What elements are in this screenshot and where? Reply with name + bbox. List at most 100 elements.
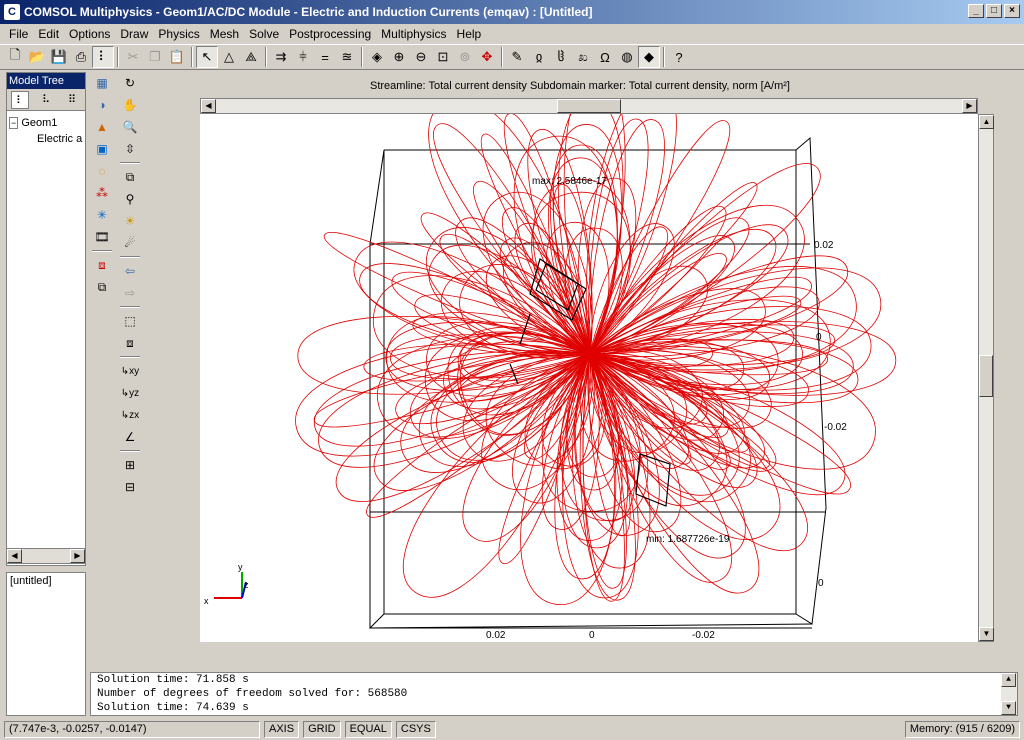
view-zx-icon[interactable]: ↳zx — [119, 404, 141, 426]
move-icon[interactable]: ✥ — [476, 46, 498, 68]
tree-detail-icon[interactable]: ⠿ — [63, 91, 81, 109]
zoom-out-icon[interactable]: ⊖ — [410, 46, 432, 68]
model-tree-icon[interactable]: ⠇ — [92, 46, 114, 68]
zoom-extents-icon[interactable]: ⊚ — [454, 46, 476, 68]
svg-text:x: x — [204, 596, 209, 606]
log-scrollbar[interactable]: ▲ ▼ — [1001, 673, 1017, 715]
menu-postprocessing[interactable]: Postprocessing — [284, 27, 376, 41]
rotate-icon[interactable]: ↻ — [119, 72, 141, 94]
save-icon[interactable]: 💾 — [48, 46, 70, 68]
edge-settings-icon[interactable]: ಖ — [572, 46, 594, 68]
model-tree-panel: Model Tree ⠇ ⠧ ⠿ − Geom1 Electric a — [6, 72, 86, 566]
menu-options[interactable]: Options — [64, 27, 115, 41]
new-file-icon[interactable]: 🗋 — [4, 46, 26, 68]
min-label: min: 1.687726e-19 — [646, 534, 730, 545]
tree-node-electric[interactable]: Electric a — [9, 131, 83, 147]
streamlines — [295, 114, 897, 605]
paste-icon[interactable]: 📋 — [166, 46, 188, 68]
view-xy-icon[interactable]: ↳xy — [119, 360, 141, 382]
close-button[interactable]: × — [1004, 4, 1020, 18]
pan-hand-icon[interactable]: ✋ — [119, 94, 141, 116]
main-toolbar: 🗋 📂 💾 ⎙ ⠇ ✂ ❐ 📋 ↖ △ ⟁ ⇉ ⫩ = ≊ ◈ ⊕ ⊖ ⊡ ⊚ … — [0, 44, 1024, 70]
plot-horizontal-scrollbar[interactable]: ◀ ▶ — [200, 98, 978, 114]
streamline-plot-icon[interactable]: ✳ — [91, 204, 113, 226]
minimize-button[interactable]: _ — [968, 4, 984, 18]
increase-transparency-icon[interactable]: ⊞ — [119, 454, 141, 476]
tree-view-icon[interactable]: ⠇ — [11, 90, 29, 109]
default-view-icon[interactable]: ∠ — [119, 426, 141, 448]
menu-edit[interactable]: Edit — [33, 27, 64, 41]
title-bar[interactable]: C COMSOL Multiphysics - Geom1/AC/DC Modu… — [0, 0, 1024, 24]
solve-icon[interactable]: ⇉ — [270, 46, 292, 68]
tree-physics-icon[interactable]: ⠧ — [37, 91, 55, 109]
menu-physics[interactable]: Physics — [153, 27, 204, 41]
plot-vertical-scrollbar[interactable]: ▲ ▼ — [978, 114, 994, 642]
zoom-in-icon[interactable]: ⊕ — [388, 46, 410, 68]
csys-toggle[interactable]: CSYS — [395, 720, 436, 738]
geometry-box-icon[interactable]: ⧈ — [91, 254, 113, 276]
go-forward-icon[interactable]: ⇨ — [119, 282, 141, 304]
boundary-settings-icon[interactable]: ჱ — [550, 46, 572, 68]
physics-settings-icon[interactable]: ჲ — [528, 46, 550, 68]
wireframe-box-icon[interactable]: ⬚ — [119, 310, 141, 332]
go-back-icon[interactable]: ⇦ — [119, 260, 141, 282]
menu-draw[interactable]: Draw — [115, 27, 153, 41]
solid-box-icon[interactable]: ⧈ — [119, 332, 141, 354]
open-folder-icon[interactable]: 📂 — [26, 46, 48, 68]
postprocessing-icon[interactable]: ◆ — [638, 46, 660, 68]
omega-icon[interactable]: Ω — [594, 46, 616, 68]
plot-canvas[interactable]: max: 2.5846e-17 min: 1.687726e-19 0.02 0… — [200, 114, 978, 642]
help-icon[interactable]: ? — [668, 46, 690, 68]
streamline — [366, 353, 591, 518]
menu-file[interactable]: File — [4, 27, 33, 41]
solve-equals-icon[interactable]: ⫩ — [292, 46, 314, 68]
geometry-view-icon[interactable]: ⧉ — [91, 276, 113, 298]
mesh-triangle-icon[interactable]: △ — [218, 46, 240, 68]
max-label: max: 2.5846e-17 — [532, 176, 607, 187]
tick-right-4: 0 — [818, 578, 824, 589]
print-icon[interactable]: ⎙ — [70, 46, 92, 68]
isosurface-plot-icon[interactable]: ▣ — [91, 138, 113, 160]
coordinates-readout: (7.747e-3, -0.0257, -0.0147) — [4, 720, 260, 738]
untitled-panel: [untitled] — [6, 572, 86, 716]
dolly-icon[interactable]: ⇳ — [119, 138, 141, 160]
arrow-plot-icon[interactable]: ⁂ — [91, 182, 113, 204]
log-line-3: Solution time: 74.639 s — [97, 702, 249, 714]
restart-solver-icon[interactable]: ≊ — [336, 46, 358, 68]
scroll-right-icon: ▶ — [70, 549, 85, 563]
tree-node-geom1[interactable]: − Geom1 — [9, 115, 83, 131]
animate-icon[interactable]: 🎞 — [91, 226, 113, 248]
menu-solve[interactable]: Solve — [244, 27, 284, 41]
magnifier-icon[interactable]: 🔍 — [119, 116, 141, 138]
grid-toggle[interactable]: GRID — [303, 720, 341, 738]
refine-mesh-icon[interactable]: ⟁ — [240, 46, 262, 68]
axis-toggle[interactable]: AXIS — [264, 720, 300, 738]
menu-mesh[interactable]: Mesh — [205, 27, 244, 41]
plot-icon[interactable]: ◈ — [366, 46, 388, 68]
view-yz-icon[interactable]: ↳yz — [119, 382, 141, 404]
edge-plot-icon[interactable]: ◌ — [91, 160, 113, 182]
equal-toggle[interactable]: EQUAL — [344, 720, 392, 738]
select-arrow-icon[interactable]: ↖ — [196, 46, 218, 68]
menu-help[interactable]: Help — [452, 27, 487, 41]
tick-right-2: 0 — [816, 332, 822, 343]
maximize-button[interactable]: □ — [986, 4, 1002, 18]
menu-multiphysics[interactable]: Multiphysics — [376, 27, 451, 41]
scene-light-icon[interactable]: ☄ — [119, 232, 141, 254]
slice-plot-icon[interactable]: ▲ — [91, 116, 113, 138]
draw-pen-icon[interactable]: ✎ — [506, 46, 528, 68]
subdomain-plot-icon[interactable]: ▦ — [91, 72, 113, 94]
equals-icon[interactable]: = — [314, 46, 336, 68]
headlight-icon[interactable]: ⚲ — [119, 188, 141, 210]
boundary-plot-icon[interactable]: ◑ — [91, 94, 113, 116]
decrease-transparency-icon[interactable]: ⊟ — [119, 476, 141, 498]
copy-icon[interactable]: ❐ — [144, 46, 166, 68]
mesh-circle-icon[interactable]: ◍ — [616, 46, 638, 68]
zoom-window-icon[interactable]: ⊡ — [432, 46, 454, 68]
model-tree-scrollbar[interactable]: ◀ ▶ — [6, 548, 86, 564]
collapse-icon[interactable]: − — [9, 117, 19, 129]
comsol-window: C COMSOL Multiphysics - Geom1/AC/DC Modu… — [0, 0, 1024, 740]
light-icon[interactable]: ☀ — [119, 210, 141, 232]
cut-icon[interactable]: ✂ — [122, 46, 144, 68]
select-object-icon[interactable]: ⧉ — [119, 166, 141, 188]
